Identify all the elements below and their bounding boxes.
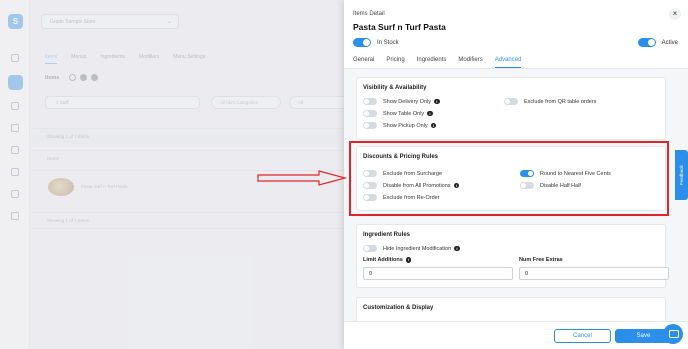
close-icon[interactable]: × [669,8,681,20]
limit-additions-label: Limit Additions i [363,257,412,264]
info-icon[interactable]: i [430,122,437,129]
exclude-qr-row: Exclude from QR table orders [504,98,596,105]
show-delivery-only-label: Show Delivery Only [383,98,431,105]
annotation-arrow [257,170,347,186]
tab-pricing[interactable]: Pricing [386,57,404,68]
exclude-qr-label: Exclude from QR table orders [524,98,597,105]
info-icon[interactable]: i [405,257,412,263]
ingredient-rules-title: Ingredient Rules [363,232,411,238]
hide-modification-toggle[interactable] [363,245,377,252]
exclude-qr-toggle[interactable] [504,98,518,105]
info-icon[interactable]: i [454,245,460,252]
show-delivery-only-toggle[interactable] [363,98,377,105]
show-pickup-only-label: Show Pickup Only [383,122,428,129]
show-table-only-toggle[interactable] [363,110,377,117]
drawer-title: Pasta Surf n Turf Pasta [353,22,446,32]
show-pickup-only-toggle[interactable] [363,122,377,129]
drawer-tabs: General Pricing Ingredients Modifiers Ad… [353,57,522,68]
show-delivery-only-row: Show Delivery Only i [363,98,440,105]
active-toggle-row: Active [637,38,678,47]
tab-ingredients-detail[interactable]: Ingredients [417,57,447,68]
limit-additions-field[interactable]: 0 [363,267,513,280]
tab-advanced[interactable]: Advanced [494,57,522,68]
tab-modifiers-detail[interactable]: Modifiers [458,57,482,68]
in-stock-toggle-row: In Stock [353,38,399,47]
in-stock-toggle[interactable] [353,38,371,47]
num-free-extras-field[interactable]: 0 [519,267,669,280]
hide-modification-label: Hide Ingredient Modification [383,245,452,252]
cancel-button[interactable]: Cancel [554,329,611,343]
tab-general[interactable]: General [353,57,374,68]
ingredient-rules-card: Ingredient Rules Hide Ingredient Modific… [356,224,669,288]
feedback-tab[interactable]: Feedback [675,150,688,200]
in-stock-label: In Stock [377,40,399,47]
show-pickup-only-row: Show Pickup Only i [363,122,437,129]
active-label: Active [661,40,678,47]
highlight-box [349,141,669,216]
num-free-extras-label: Num Free Extras [519,257,563,263]
show-table-only-label: Show Table Only [383,110,425,117]
active-toggle[interactable] [637,38,656,47]
drawer-footer: Cancel Save [344,321,688,349]
info-icon[interactable]: i [434,98,440,105]
hide-modification-row: Hide Ingredient Modification i [363,245,460,252]
chat-icon[interactable] [663,324,683,344]
limit-additions-text: Limit Additions [363,257,403,264]
customization-title: Customization & Display [363,305,434,311]
show-table-only-row: Show Table Only i [363,110,433,117]
visibility-title: Visibility & Availability [363,85,427,91]
visibility-card: Visibility & Availability Show Delivery … [356,77,666,140]
info-icon[interactable]: i [427,110,433,117]
drawer-kicker: Items Detail [353,11,385,17]
